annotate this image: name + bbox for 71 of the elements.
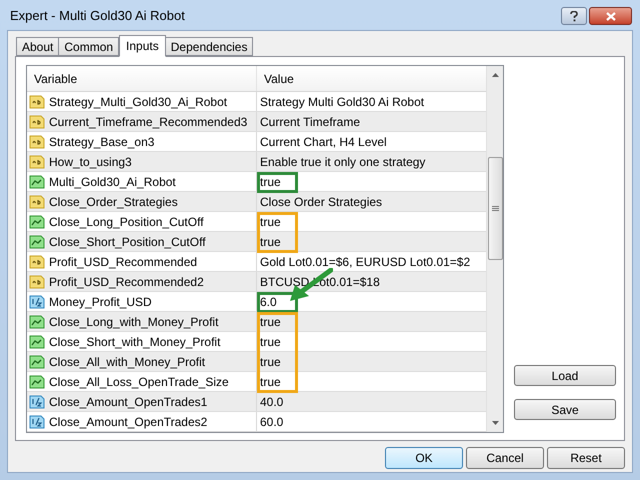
close-icon <box>606 12 616 20</box>
dialog-button[interactable]: OK <box>385 447 463 469</box>
value-cell[interactable]: true <box>260 352 281 370</box>
variable-name: Strategy_Multi_Gold30_Ai_Robot <box>49 94 228 110</box>
tag-icon <box>29 94 45 110</box>
side-button[interactable]: Load <box>514 365 616 386</box>
value-cell[interactable]: Strategy Multi Gold30 Ai Robot <box>260 92 424 110</box>
help-button[interactable] <box>561 7 587 25</box>
column-header[interactable]: Variable <box>27 66 257 91</box>
number-icon <box>29 414 45 430</box>
variable-name: Profit_USD_Recommended <box>49 254 198 270</box>
tab[interactable]: Common <box>58 37 120 56</box>
side-button[interactable]: Save <box>514 399 616 420</box>
variable-name: Close_Amount_OpenTrades2 <box>49 414 208 430</box>
variable-name: Close_Short_Position_CutOff <box>49 234 206 250</box>
toggle-icon <box>29 214 45 230</box>
variable-name: Close_Order_Strategies <box>49 194 178 210</box>
column-header[interactable]: Value <box>257 66 486 91</box>
value-cell[interactable]: 60.0 <box>260 412 284 430</box>
tag-icon <box>29 274 45 290</box>
scroll-down-icon[interactable] <box>492 421 498 425</box>
tag-icon <box>29 154 45 170</box>
value-cell[interactable]: true <box>260 312 281 330</box>
tag-icon <box>29 114 45 130</box>
tag-icon <box>29 134 45 150</box>
tab[interactable]: Dependencies <box>164 37 254 56</box>
variable-name: Close_Long_with_Money_Profit <box>49 314 218 330</box>
value-cell[interactable]: 6.0 <box>260 292 277 310</box>
toggle-icon <box>29 334 45 350</box>
value-cell[interactable]: Gold Lot0.01=$6, EURUSD Lot0.01=$2 <box>260 252 470 270</box>
toggle-icon <box>29 174 45 190</box>
variable-name: Money_Profit_USD <box>49 294 152 310</box>
value-cell[interactable]: true <box>260 372 281 390</box>
value-cell[interactable]: true <box>260 212 281 230</box>
toggle-icon <box>29 354 45 370</box>
variable-name: Strategy_Base_on3 <box>49 134 154 150</box>
variable-name: Current_Timeframe_Recommended3 <box>49 114 248 130</box>
value-cell[interactable]: Enable true it only one strategy <box>260 152 426 170</box>
variable-name: Profit_USD_Recommended2 <box>49 274 204 290</box>
value-cell[interactable]: true <box>260 332 281 350</box>
tab[interactable]: About <box>16 37 60 56</box>
variable-name: Close_All_with_Money_Profit <box>49 354 206 370</box>
tag-icon <box>29 194 45 210</box>
variable-name: Close_Amount_OpenTrades1 <box>49 394 208 410</box>
value-cell[interactable]: Current Timeframe <box>260 112 360 130</box>
help-icon <box>570 10 578 22</box>
variable-name: Multi_Gold30_Ai_Robot <box>49 174 176 190</box>
variable-name: How_to_using3 <box>49 154 132 170</box>
tag-icon <box>29 254 45 270</box>
value-cell[interactable]: Close Order Strategies <box>260 192 382 210</box>
value-cell[interactable]: true <box>260 172 281 190</box>
close-button[interactable] <box>589 7 632 25</box>
grip-icon <box>492 206 498 211</box>
window-title: Expert - Multi Gold30 Ai Robot <box>9 7 185 26</box>
scroll-thumb[interactable] <box>488 157 502 260</box>
value-cell[interactable]: 40.0 <box>260 392 284 410</box>
variable-name: Close_Long_Position_CutOff <box>49 214 204 230</box>
number-icon <box>29 294 45 310</box>
toggle-icon <box>29 374 45 390</box>
value-cell[interactable]: Current Chart, H4 Level <box>260 132 387 150</box>
variable-name: Close_Short_with_Money_Profit <box>49 334 220 350</box>
dialog-button[interactable]: Reset <box>547 447 625 469</box>
tab[interactable]: Inputs <box>119 35 166 57</box>
number-icon <box>29 394 45 410</box>
toggle-icon <box>29 314 45 330</box>
scroll-up-icon[interactable] <box>492 73 498 77</box>
variable-name: Close_All_Loss_OpenTrade_Size <box>49 374 229 390</box>
toggle-icon <box>29 234 45 250</box>
scrollbar[interactable] <box>486 66 503 432</box>
dialog-button[interactable]: Cancel <box>466 447 544 469</box>
value-cell[interactable]: true <box>260 232 281 250</box>
